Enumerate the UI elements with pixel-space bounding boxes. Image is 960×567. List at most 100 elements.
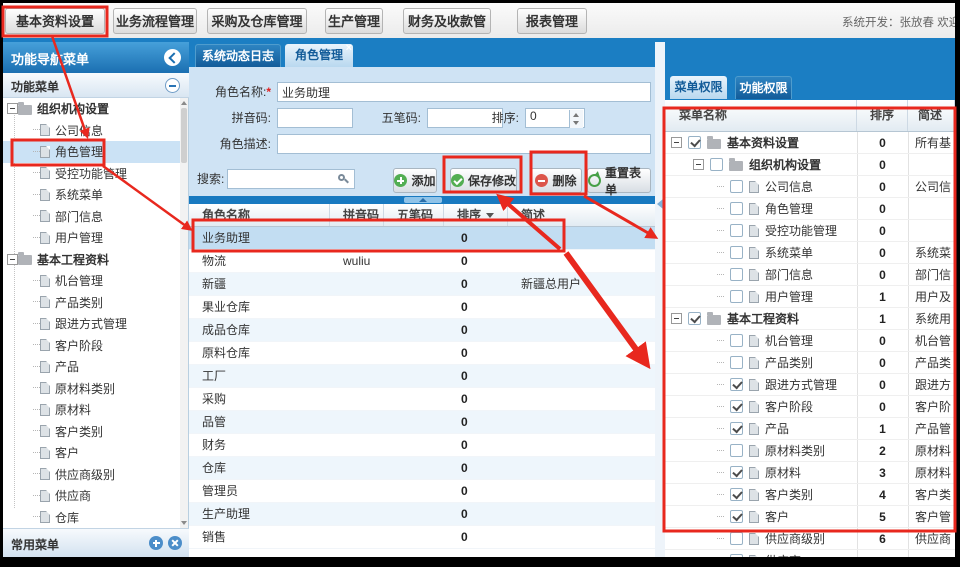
tab-close-icon[interactable]: × bbox=[346, 43, 352, 54]
stepper-arrows-icon[interactable] bbox=[569, 110, 583, 128]
sidebar-item[interactable]: 供应商级别 bbox=[3, 464, 181, 486]
sidebar-item[interactable]: 仓库 bbox=[3, 507, 181, 529]
sidebar-item[interactable]: 基本工程资料 bbox=[3, 249, 181, 271]
sidebar-item[interactable]: 受控功能管理 bbox=[3, 163, 181, 185]
add-button[interactable]: 添加 bbox=[393, 168, 437, 193]
tab-system-log[interactable]: 系统动态日志 bbox=[195, 44, 281, 67]
grid-column-header[interactable]: 角色名称 bbox=[189, 204, 330, 226]
scrollbar-thumb[interactable] bbox=[181, 108, 187, 163]
reset-button[interactable]: 重置表单 bbox=[587, 168, 651, 193]
grid-column-header[interactable]: 五笔码 bbox=[384, 204, 444, 226]
search-icon[interactable] bbox=[338, 174, 350, 186]
checkbox-unchecked[interactable] bbox=[730, 290, 743, 303]
checkbox-checked[interactable] bbox=[730, 510, 743, 523]
permission-row[interactable]: 供应商级别6供应商 bbox=[665, 528, 955, 550]
checkbox-unchecked[interactable] bbox=[730, 334, 743, 347]
menu-item-4[interactable]: 生产管理 bbox=[325, 8, 383, 34]
checkbox-checked[interactable] bbox=[730, 400, 743, 413]
table-row[interactable]: 果业仓库0 bbox=[189, 296, 655, 319]
sidebar-item[interactable]: 系统菜单 bbox=[3, 184, 181, 206]
checkbox-unchecked[interactable] bbox=[730, 356, 743, 369]
menu-item-1[interactable]: 基本资料设置 bbox=[5, 8, 105, 34]
sidebar-item[interactable]: 供应商 bbox=[3, 485, 181, 507]
sidebar-item[interactable]: 组织机构设置 bbox=[3, 98, 181, 120]
menu-item-5[interactable]: 财务及收款管理 bbox=[403, 8, 491, 34]
table-row[interactable]: 仓库0 bbox=[189, 457, 655, 480]
grid-column-header[interactable]: 排序 bbox=[857, 100, 908, 131]
remove-favorite-icon[interactable] bbox=[168, 536, 182, 550]
checkbox-checked[interactable] bbox=[730, 466, 743, 479]
grid-column-header[interactable]: 简述 bbox=[908, 100, 955, 131]
table-row[interactable]: 成品仓库0 bbox=[189, 319, 655, 342]
checkbox-unchecked[interactable] bbox=[730, 268, 743, 281]
permission-row[interactable]: 用户管理1用户及 bbox=[665, 286, 955, 308]
permission-row[interactable]: 产品1产品管 bbox=[665, 418, 955, 440]
sidebar-collapse-icon[interactable] bbox=[164, 49, 181, 66]
grid-column-header[interactable]: 简述 bbox=[508, 204, 655, 226]
checkbox-checked[interactable] bbox=[688, 312, 701, 325]
sidebar-item[interactable]: 部门信息 bbox=[3, 206, 181, 228]
sidebar-scrollbar[interactable] bbox=[180, 98, 188, 528]
checkbox-unchecked[interactable] bbox=[730, 202, 743, 215]
checkbox-unchecked[interactable] bbox=[730, 224, 743, 237]
table-row[interactable]: 采购0 bbox=[189, 388, 655, 411]
checkbox-unchecked[interactable] bbox=[730, 180, 743, 193]
checkbox-checked[interactable] bbox=[730, 488, 743, 501]
sidebar-item[interactable]: 客户 bbox=[3, 442, 181, 464]
role-desc-input[interactable] bbox=[277, 134, 651, 154]
checkbox-unchecked[interactable] bbox=[730, 444, 743, 457]
sidebar-item[interactable]: 机台管理 bbox=[3, 270, 181, 292]
panel-splitter[interactable] bbox=[655, 42, 665, 557]
permission-row[interactable]: 组织机构设置0 bbox=[665, 154, 955, 176]
tab-function-permissions[interactable]: 功能权限 bbox=[735, 76, 792, 99]
permission-row[interactable]: 角色管理0 bbox=[665, 198, 955, 220]
table-row[interactable]: 财务0 bbox=[189, 434, 655, 457]
sidebar-item[interactable]: 原材料 bbox=[3, 399, 181, 421]
tab-role-management[interactable]: 角色管理 × bbox=[285, 44, 353, 67]
checkbox-unchecked[interactable] bbox=[710, 158, 723, 171]
permission-row[interactable]: 客户类别4客户类 bbox=[665, 484, 955, 506]
sidebar-item[interactable]: 原材料类别 bbox=[3, 378, 181, 400]
table-row[interactable]: 工厂0 bbox=[189, 365, 655, 388]
table-row[interactable]: 生产助理0 bbox=[189, 503, 655, 526]
table-row[interactable]: 管理员0 bbox=[189, 480, 655, 503]
sidebar-item[interactable]: 产品类别 bbox=[3, 292, 181, 314]
sidebar-item[interactable]: 跟进方式管理 bbox=[3, 313, 181, 335]
grid-column-header[interactable]: 排序 bbox=[444, 204, 508, 226]
sidebar-section-header[interactable]: 功能菜单 bbox=[3, 73, 189, 98]
checkbox-unchecked[interactable] bbox=[730, 246, 743, 259]
add-favorite-icon[interactable] bbox=[149, 536, 163, 550]
permission-row[interactable]: 供应商 bbox=[665, 550, 955, 557]
tree-expander-icon[interactable] bbox=[671, 313, 682, 324]
sidebar-item[interactable]: 客户类别 bbox=[3, 421, 181, 443]
permission-row[interactable]: 系统菜单0系统菜 bbox=[665, 242, 955, 264]
save-button[interactable]: 保存修改 bbox=[450, 168, 517, 193]
permission-row[interactable]: 产品类别0产品类 bbox=[665, 352, 955, 374]
table-row[interactable]: 物流wuliu0 bbox=[189, 250, 655, 273]
menu-item-6[interactable]: 报表管理 bbox=[517, 8, 587, 34]
permission-row[interactable]: 部门信息0部门信 bbox=[665, 264, 955, 286]
grid-column-header[interactable]: 菜单名称 bbox=[665, 100, 857, 131]
permission-row[interactable]: 受控功能管理0 bbox=[665, 220, 955, 242]
tree-expander-icon[interactable] bbox=[7, 254, 18, 265]
checkbox-unchecked[interactable] bbox=[730, 532, 743, 545]
table-row[interactable]: 品管0 bbox=[189, 411, 655, 434]
sidebar-item[interactable]: 用户管理 bbox=[3, 227, 181, 249]
permission-row[interactable]: 原材料3原材料 bbox=[665, 462, 955, 484]
collapse-minus-icon[interactable] bbox=[165, 78, 180, 93]
checkbox-unchecked[interactable] bbox=[730, 554, 743, 557]
tab-menu-permissions[interactable]: 菜单权限 bbox=[670, 76, 727, 99]
permission-row[interactable]: 跟进方式管理0跟进方 bbox=[665, 374, 955, 396]
splitter-arrow-icon[interactable] bbox=[657, 199, 663, 209]
permission-row[interactable]: 客户5客户管 bbox=[665, 506, 955, 528]
menu-item-3[interactable]: 采购及仓库管理 bbox=[207, 8, 307, 34]
checkbox-checked[interactable] bbox=[688, 136, 701, 149]
tree-expander-icon[interactable] bbox=[671, 137, 682, 148]
search-input[interactable] bbox=[227, 169, 355, 189]
table-row[interactable]: 业务助理0 bbox=[189, 227, 655, 250]
permission-row[interactable]: 基本工程资料1系统用 bbox=[665, 308, 955, 330]
permission-row[interactable]: 客户阶段0客户阶 bbox=[665, 396, 955, 418]
menu-item-2[interactable]: 业务流程管理 bbox=[113, 8, 197, 34]
scroll-down-icon[interactable] bbox=[181, 521, 187, 525]
tree-expander-icon[interactable] bbox=[7, 103, 18, 114]
